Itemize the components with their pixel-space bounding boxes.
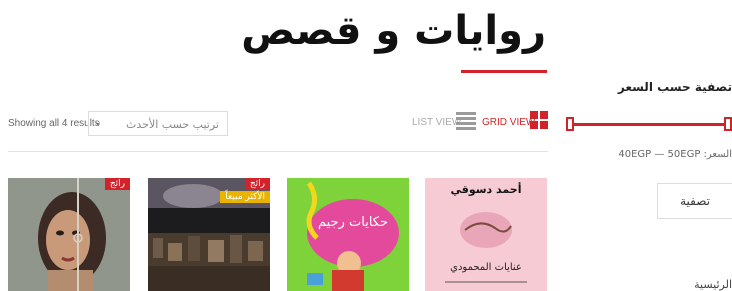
bestseller-badge: الأكثر مبيعاً: [220, 191, 270, 203]
price-slider-track[interactable]: [570, 123, 730, 126]
sort-select[interactable]: ⌄ ترتيب حسب الأحدث: [88, 111, 228, 136]
price-range-text: السعر: 40EGP — 50EGP: [618, 149, 732, 160]
chevron-down-icon: ⌄: [93, 115, 103, 128]
page-title: روايات و قصص: [241, 8, 547, 54]
list-view-icon[interactable]: [456, 112, 476, 130]
trending-badge: رائج: [104, 178, 130, 190]
toolbar-divider: [8, 151, 548, 152]
price-filter-title: تصفية حسب السعر: [617, 80, 732, 94]
list-view-button[interactable]: LIST VIEW: [412, 117, 461, 128]
book-cover-image: أحمد دسوقي عنايات المحمودي: [425, 178, 547, 291]
product-card-1[interactable]: رائج: [8, 178, 130, 291]
price-slider-min-handle[interactable]: [566, 117, 574, 131]
title-underline: [461, 70, 547, 73]
product-card-4[interactable]: أحمد دسوقي عنايات المحمودي: [425, 178, 547, 291]
product-card-2[interactable]: رائج الأكثر مبيعاً: [148, 178, 270, 291]
filter-button[interactable]: تصفية: [657, 183, 732, 219]
book-cover-title: حكايات رجيم: [318, 215, 388, 230]
trending-badge: رائج: [244, 178, 270, 190]
price-slider-max-handle[interactable]: [724, 117, 732, 131]
sidebar-home-link[interactable]: الرئيسية: [694, 278, 732, 291]
grid-view-icon[interactable]: [530, 111, 548, 129]
sort-selected-value: ترتيب حسب الأحدث: [126, 118, 219, 131]
book-cover-author: أحمد دسوقي: [451, 182, 522, 196]
book-cover-image: حكايات رجيم: [287, 178, 409, 291]
results-count: Showing all 4 results: [8, 118, 100, 129]
book-cover-image: [8, 178, 130, 291]
product-card-3[interactable]: حكايات رجيم: [287, 178, 409, 291]
grid-view-button[interactable]: GRID VIEW: [482, 117, 535, 128]
book-cover-title: عنايات المحمودي: [450, 262, 522, 273]
